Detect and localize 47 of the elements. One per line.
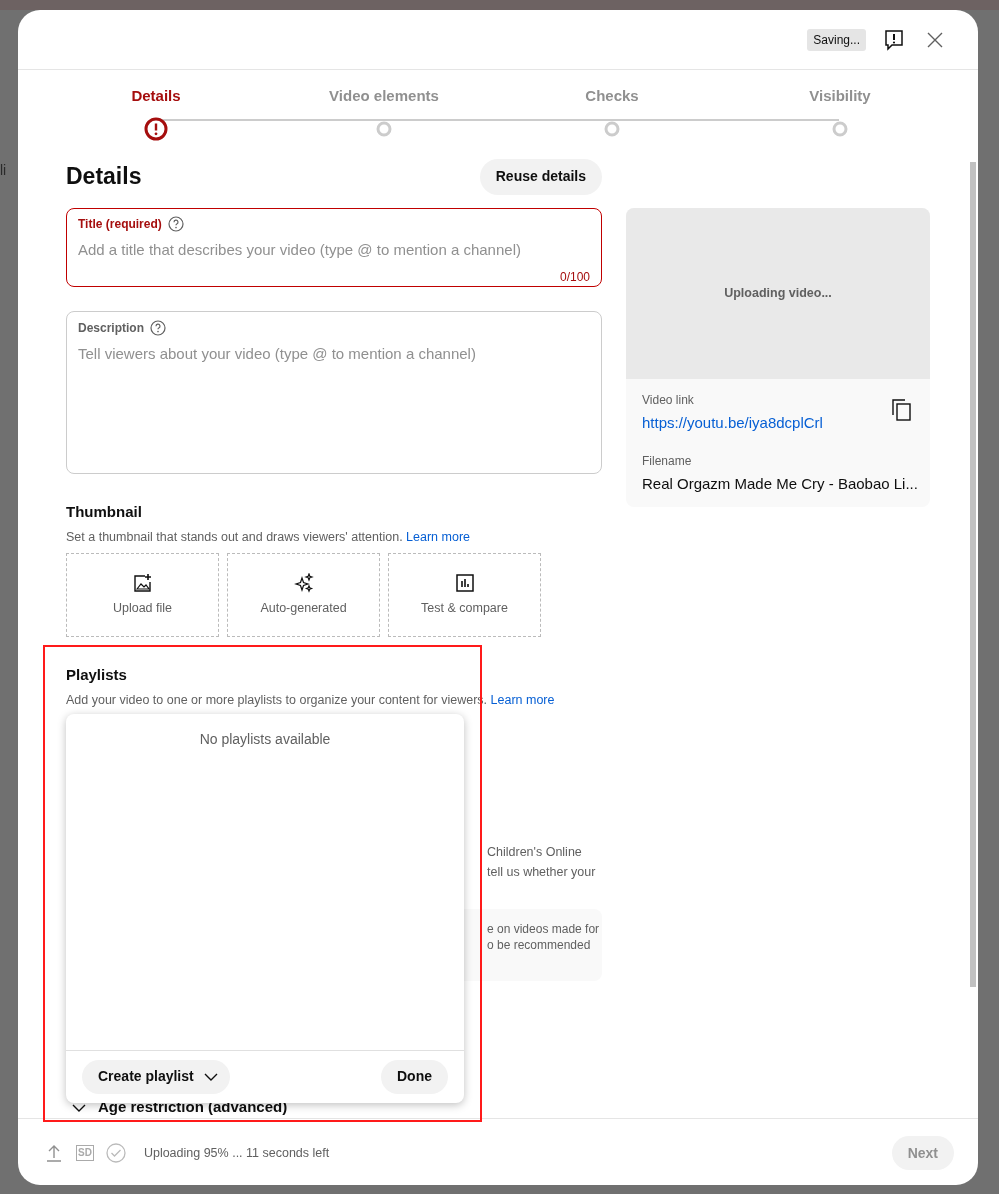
bar-chart-icon xyxy=(454,572,475,593)
age-restriction-toggle[interactable]: Age restriction (advanced) xyxy=(66,1097,602,1118)
upload-status: Uploading video... xyxy=(724,285,832,303)
section-heading: Thumbnail xyxy=(66,502,143,522)
step-tab[interactable]: Details xyxy=(131,85,181,108)
copy-icon[interactable] xyxy=(892,399,912,421)
info-label: Filename xyxy=(642,452,693,470)
section-description: Set a thumbnail that stands out and draws viewers' attention. Learn more xyxy=(66,528,472,546)
thumbnail-option[interactable]: Auto-generated xyxy=(227,553,380,638)
audience-text: Children's Online xyxy=(487,843,583,861)
info-label: Video link xyxy=(642,392,695,409)
saving-badge: Saving... xyxy=(807,28,866,51)
field-label: Title (required) xyxy=(78,216,162,233)
sparkle-icon xyxy=(293,572,314,593)
check-circle-icon xyxy=(105,1143,126,1163)
section-heading: Playlists xyxy=(66,665,128,686)
field-label: Description xyxy=(78,320,144,337)
upload-icon xyxy=(46,1144,62,1162)
sd-quality-icon: SD xyxy=(76,1145,94,1161)
thumbnail-option[interactable]: Upload file xyxy=(66,553,219,638)
image-add-icon xyxy=(132,572,153,593)
help-icon[interactable] xyxy=(150,320,166,336)
reuse-details-button[interactable]: Reuse details xyxy=(479,158,602,195)
done-button[interactable]: Done xyxy=(381,1059,448,1094)
help-icon[interactable] xyxy=(167,216,184,232)
chevron-icon xyxy=(72,1103,86,1112)
empty-message: No playlists available xyxy=(199,729,331,749)
note-text: e on videos made for xyxy=(487,920,601,937)
create-playlist-button[interactable]: Create playlist xyxy=(82,1059,230,1094)
note-text: o be recommended xyxy=(487,936,592,953)
page-heading: Details xyxy=(66,162,142,192)
title-input[interactable]: Add a title that describes your video (type @ to mention a channel) xyxy=(78,239,590,262)
feedback-icon[interactable] xyxy=(884,28,904,51)
learn-more-link[interactable]: Learn more xyxy=(490,692,555,707)
learn-more-link[interactable]: Learn more xyxy=(406,529,471,544)
background-text: li xyxy=(0,161,7,180)
description-field[interactable]: Description Tell viewers about your video (type @ to mention a channel) xyxy=(66,311,602,474)
video-link[interactable]: https://youtu.be/iya8dcplCrl xyxy=(642,412,823,435)
chevron-down-icon xyxy=(203,1072,218,1081)
close-icon[interactable] xyxy=(926,30,944,49)
description-input[interactable]: Tell viewers about your video (type @ to mention a channel) xyxy=(78,343,590,473)
character-counter: 0/100 xyxy=(559,268,590,286)
thumbnail-option[interactable]: Test & compare xyxy=(388,553,541,638)
scrollbar-thumb[interactable] xyxy=(970,162,976,987)
upload-progress-text: Uploading 95% ... 11 seconds left xyxy=(143,1144,330,1162)
audience-text: tell us whether your xyxy=(487,863,597,881)
title-field[interactable]: Title (required) Add a title that describes your video (type @ to mention a channel) 0/100 xyxy=(66,208,602,287)
